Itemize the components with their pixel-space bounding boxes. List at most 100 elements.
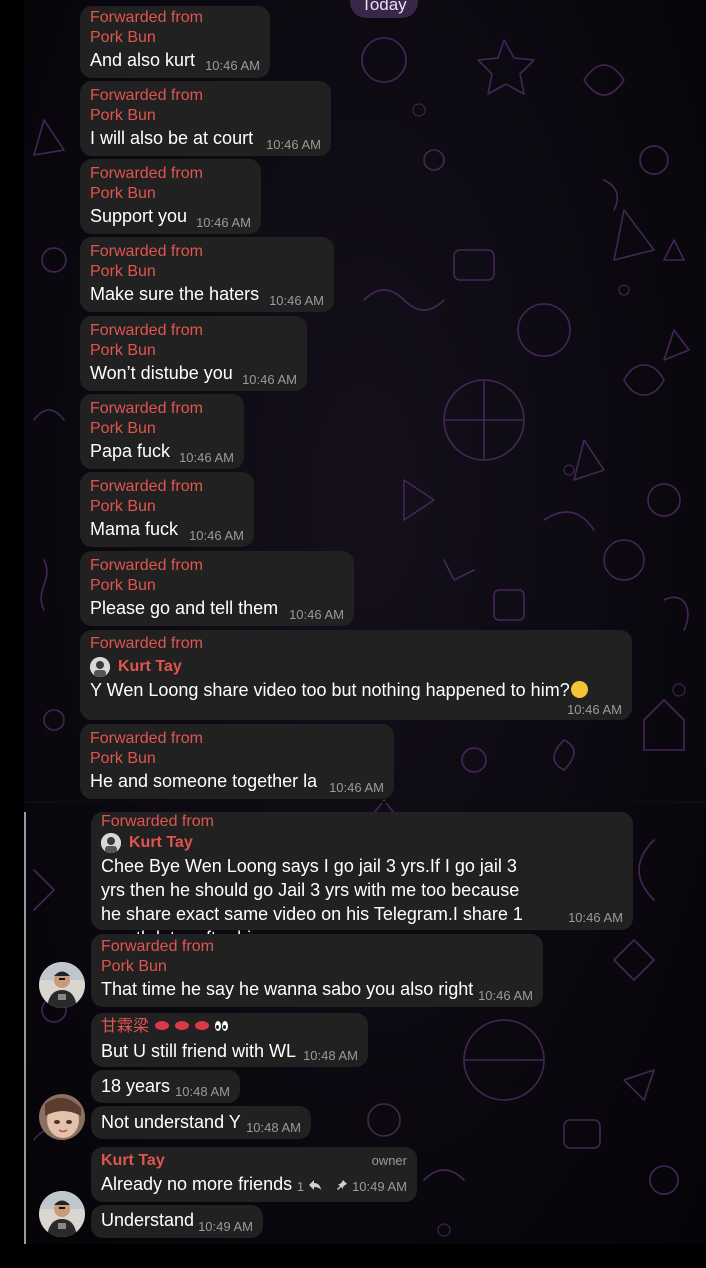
user-avatar[interactable] <box>39 1191 85 1237</box>
message-text: He and someone together la <box>90 771 318 791</box>
kiss-mark-emoji <box>195 1021 210 1030</box>
message-text: Please go and tell them <box>90 598 279 618</box>
message-bubble[interactable]: Not understand Y 10:48 AM <box>91 1106 311 1139</box>
message-text: 18 years <box>101 1076 171 1096</box>
message-time: 10:49 AM <box>198 1219 253 1234</box>
forwarded-from-name[interactable]: Pork Bun <box>90 28 156 48</box>
message-bubble[interactable]: Forwarded from Pork Bun Make sure the ha… <box>80 237 334 312</box>
forwarded-label: Forwarded from <box>90 9 203 26</box>
message-bubble[interactable]: Understand 10:49 AM <box>91 1205 263 1238</box>
message-text: Mama fuck <box>90 519 179 539</box>
message-text: Understand <box>101 1210 195 1230</box>
message-time: 10:48 AM <box>175 1084 230 1099</box>
owner-badge: owner <box>371 1153 407 1168</box>
message-bubble[interactable]: Forwarded from Pork Bun Won’t distube yo… <box>80 316 307 391</box>
message-text: And also kurt <box>90 50 196 70</box>
sender-name-row[interactable]: 甘霖梁 <box>101 1017 229 1037</box>
sender-name: 甘霖梁 <box>101 1018 150 1035</box>
message-text: Won’t distube you <box>90 363 233 383</box>
forwarded-from-name[interactable]: Pork Bun <box>90 749 156 769</box>
sender-avatar <box>90 657 110 677</box>
message-time: 10:46 AM <box>205 58 260 73</box>
screen-bottom-margin <box>0 1244 706 1268</box>
message-bubble[interactable]: Forwarded from Kurt Tay Chee Bye Wen Loo… <box>91 812 633 948</box>
user-avatar[interactable] <box>39 1094 85 1140</box>
message-time: 10:46 AM <box>329 780 384 795</box>
message-time: 10:48 AM <box>246 1120 301 1135</box>
selection-separator <box>24 801 706 803</box>
message-time: 10:46 AM <box>189 528 244 543</box>
message-text: Y Wen Loong share video too but nothing … <box>90 678 588 702</box>
message-time: 10:46 AM <box>266 137 321 152</box>
sender-avatar <box>101 833 121 853</box>
forwarded-from-name[interactable]: Pork Bun <box>90 497 156 517</box>
forwarded-label: Forwarded from <box>90 243 203 260</box>
forwarded-label: Forwarded from <box>90 557 203 574</box>
message-text: Papa fuck <box>90 441 171 461</box>
screen-left-margin <box>0 0 24 1268</box>
message-bubble[interactable]: Forwarded from Pork Bun Papa fuck 10:46 … <box>80 394 244 469</box>
message-bubble[interactable]: Forwarded from Pork Bun Support you 10:4… <box>80 159 261 234</box>
message-time: 10:46 AM <box>289 607 344 622</box>
forwarded-from-name[interactable]: Pork Bun <box>90 184 156 204</box>
message-bubble[interactable]: 甘霖梁 But U still friend with WL 10:48 AM <box>91 1013 368 1067</box>
sender-name[interactable]: Kurt Tay <box>101 1151 165 1171</box>
forwarded-from-name[interactable]: Pork Bun <box>90 262 156 282</box>
message-bubble[interactable]: 18 years 10:48 AM <box>91 1070 240 1103</box>
message-text: But U still friend with WL <box>101 1041 297 1061</box>
message-bubble[interactable]: Forwarded from Pork Bun He and someone t… <box>80 724 394 799</box>
message-time: 10:46 AM <box>196 215 251 230</box>
forwarded-label: Forwarded from <box>90 322 203 339</box>
message-time: 10:48 AM <box>303 1048 358 1063</box>
message-bubble[interactable]: Forwarded from Pork Bun That time he say… <box>91 934 543 1007</box>
message-bubble[interactable]: Forwarded from Pork Bun Mama fuck 10:46 … <box>80 472 254 547</box>
forwarded-label: Forwarded from <box>90 165 203 182</box>
forwarded-from-name[interactable]: Pork Bun <box>90 576 156 596</box>
forwarded-from-name: Kurt Tay <box>118 658 182 675</box>
message-bubble[interactable]: Forwarded from Kurt Tay Y Wen Loong shar… <box>80 630 632 720</box>
message-time: 10:46 AM <box>242 372 297 387</box>
forwarded-from-name[interactable]: Pork Bun <box>90 419 156 439</box>
message-bubble[interactable]: Kurt Tay owner Already no more friends 1… <box>91 1147 417 1202</box>
date-divider: Today <box>350 0 418 18</box>
forwarded-from-row[interactable]: Kurt Tay <box>90 656 182 678</box>
forwarded-label: Forwarded from <box>90 400 203 417</box>
forwarded-label: Forwarded from <box>90 87 203 104</box>
message-time: 10:46 AM <box>568 910 623 925</box>
eyes-emoji <box>215 1017 229 1037</box>
kiss-mark-emoji <box>155 1021 170 1030</box>
user-avatar[interactable] <box>39 962 85 1008</box>
message-text: Already no more friends <box>101 1174 293 1194</box>
message-time: 10:46 AM <box>179 450 234 465</box>
forwarded-label: Forwarded from <box>90 635 203 652</box>
message-bubble[interactable]: Forwarded from Pork Bun Please go and te… <box>80 551 354 626</box>
kiss-mark-emoji <box>175 1021 190 1030</box>
forwarded-from-name[interactable]: Pork Bun <box>90 106 156 126</box>
message-meta: 1 10:49 AM <box>293 1179 407 1194</box>
message-text: Make sure the haters <box>90 284 260 304</box>
forwarded-from-name[interactable]: Pork Bun <box>90 341 156 361</box>
forwarded-label: Forwarded from <box>90 730 203 747</box>
message-time: 10:46 AM <box>269 293 324 308</box>
message-text: I will also be at court <box>90 128 254 148</box>
message-time: 10:49 AM <box>352 1179 407 1194</box>
forwarded-label: Forwarded from <box>101 813 214 830</box>
forwarded-from-name[interactable]: Pork Bun <box>101 957 167 977</box>
forwarded-from-row[interactable]: Kurt Tay <box>101 832 193 854</box>
message-time: 10:46 AM <box>567 702 622 717</box>
message-text: Not understand Y <box>101 1112 241 1132</box>
message-text-body: Y Wen Loong share video too but nothing … <box>90 680 570 700</box>
forwarded-from-name: Kurt Tay <box>129 834 193 851</box>
chat-screen: Today Forwarded from Pork Bun And also k… <box>0 0 706 1268</box>
message-bubble[interactable]: Forwarded from Pork Bun I will also be a… <box>80 81 331 156</box>
pin-icon <box>336 1179 348 1194</box>
reply-count: 1 <box>296 1179 305 1194</box>
forwarded-label: Forwarded from <box>90 478 203 495</box>
reply-icon[interactable] <box>308 1179 322 1194</box>
message-bubble[interactable]: Forwarded from Pork Bun And also kurt 10… <box>80 6 270 78</box>
message-text: Support you <box>90 206 188 226</box>
message-text: That time he say he wanna sabo you also … <box>101 979 474 999</box>
message-time: 10:46 AM <box>478 988 533 1003</box>
forwarded-label: Forwarded from <box>101 938 214 955</box>
thinking-face-emoji <box>570 681 588 698</box>
